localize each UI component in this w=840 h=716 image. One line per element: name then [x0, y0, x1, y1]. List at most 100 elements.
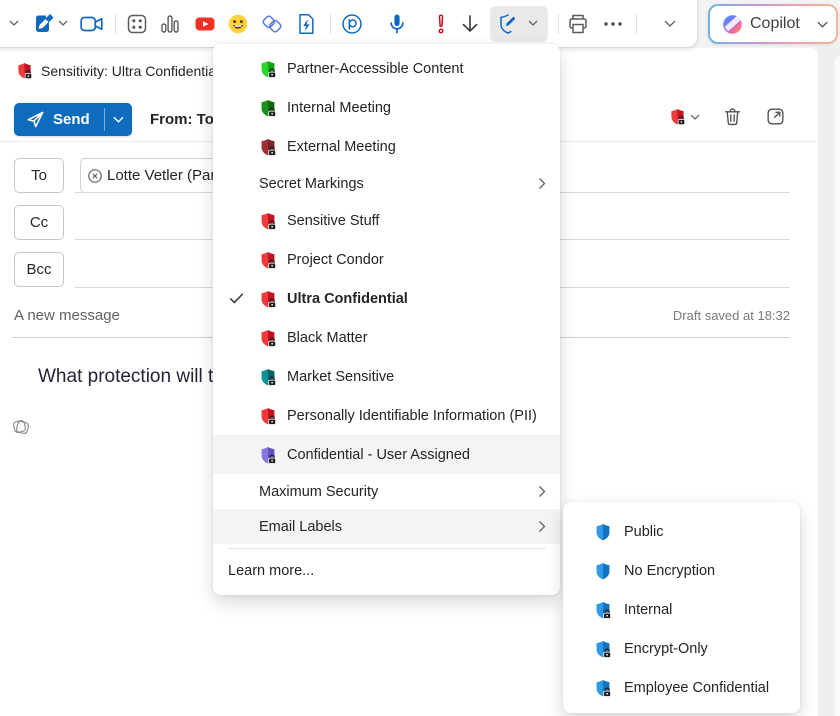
menu-item[interactable]: Maximum Security: [213, 474, 560, 509]
chevron-down-icon[interactable]: [9, 20, 19, 26]
draft-saved-status: Draft saved at 18:32: [673, 308, 790, 323]
menu-item-label: Sensitive Stuff: [287, 213, 546, 229]
menu-item-label: Confidential - User Assigned: [287, 447, 546, 463]
sensitivity-shield-icon: [16, 62, 33, 79]
submenu-item-label: Employee Confidential: [624, 680, 769, 696]
toolbar-separator: [636, 14, 637, 34]
sensitivity-shield-icon: [259, 368, 277, 386]
print-icon[interactable]: [565, 11, 591, 37]
menu-item[interactable]: Email Labels: [213, 509, 560, 544]
quick-doc-icon[interactable]: [293, 11, 319, 37]
menu-item-label: Email Labels: [259, 519, 538, 535]
message-body-text[interactable]: What protection will th: [38, 366, 224, 388]
menu-item-label: Secret Markings: [259, 176, 538, 192]
sensitivity-shield-icon: [259, 212, 277, 230]
recipient-chip[interactable]: Lotte Vetler (Paris: [80, 158, 220, 193]
email-labels-submenu-list: Public No Encryption Internal: [563, 512, 800, 707]
menu-item-label: Partner-Accessible Content: [287, 61, 546, 77]
sensitivity-shield-icon: [594, 679, 612, 697]
remove-recipient-icon[interactable]: [87, 168, 103, 184]
sensitivity-shield-icon: [594, 601, 612, 619]
sensitivity-shield-icon: [669, 108, 686, 125]
emoji-icon[interactable]: [225, 11, 251, 37]
subject-input[interactable]: A new message: [14, 307, 120, 324]
menu-item[interactable]: Partner-Accessible Content: [213, 49, 560, 88]
sensitivity-menu: Partner-Accessible Content Internal Meet…: [213, 44, 560, 595]
menu-item-learn-more[interactable]: Learn more...: [213, 553, 560, 589]
submenu-chevron-icon: [538, 485, 546, 498]
menu-item-label: Market Sensitive: [287, 369, 546, 385]
send-button[interactable]: Send: [14, 103, 104, 136]
menu-item[interactable]: Project Condor: [213, 240, 560, 279]
sensitivity-shield-icon: [259, 99, 277, 117]
menu-item[interactable]: Personally Identifiable Information (PII…: [213, 396, 560, 435]
menu-item-label: Personally Identifiable Information (PII…: [287, 408, 546, 424]
send-split-button[interactable]: Send: [14, 103, 132, 136]
sensitivity-shield-icon: [669, 108, 686, 125]
copilot-logo-icon: [722, 14, 743, 35]
menu-item[interactable]: Ultra Confidential: [213, 279, 560, 318]
checkmark-icon: [228, 290, 245, 307]
low-importance-icon[interactable]: [457, 11, 483, 37]
menu-item[interactable]: External Meeting: [213, 127, 560, 166]
sensitivity-shield-icon: [259, 251, 277, 269]
submenu-item[interactable]: Public: [563, 512, 800, 551]
chevron-down-icon[interactable]: [58, 20, 68, 26]
submenu-item[interactable]: No Encryption: [563, 551, 800, 590]
loop-component-icon[interactable]: [339, 11, 365, 37]
sensitivity-shield-icon: [259, 138, 277, 156]
sensitivity-shield-icon: [16, 62, 33, 79]
to-button[interactable]: To: [14, 158, 64, 193]
toolbar-separator: [558, 14, 559, 34]
menu-separator: [228, 548, 546, 549]
submenu-item[interactable]: Employee Confidential: [563, 668, 800, 707]
video-call-icon[interactable]: [79, 11, 105, 37]
dictate-icon[interactable]: [384, 11, 410, 37]
sensitivity-shield-icon: [259, 60, 277, 78]
menu-item[interactable]: Confidential - User Assigned: [213, 435, 560, 474]
menu-item-label: Project Condor: [287, 252, 546, 268]
copilot-chevron-icon[interactable]: [814, 21, 831, 28]
sensitivity-shield-icon: [259, 329, 277, 347]
menu-item[interactable]: Market Sensitive: [213, 357, 560, 396]
chevron-down-icon[interactable]: [528, 20, 538, 26]
copilot-ghost-icon[interactable]: [11, 417, 31, 442]
youtube-icon[interactable]: [192, 11, 218, 37]
copilot-button[interactable]: Copilot: [708, 4, 838, 44]
copilot-label: Copilot: [750, 15, 800, 33]
submenu-item[interactable]: Internal: [563, 590, 800, 629]
toolbar-separator: [330, 14, 331, 34]
sensitivity-banner[interactable]: Sensitivity: Ultra Confidential: [16, 62, 219, 79]
submenu-chevron-icon: [538, 177, 546, 190]
send-options-chevron[interactable]: [105, 103, 132, 136]
menu-item-label: Ultra Confidential: [287, 291, 546, 307]
open-in-new-window-icon[interactable]: [765, 106, 786, 127]
ribbon-collapse-icon[interactable]: [664, 20, 676, 27]
loop-icon[interactable]: [259, 11, 285, 37]
apps-grid-icon[interactable]: [124, 11, 150, 37]
high-importance-icon[interactable]: [428, 11, 454, 37]
submenu-item-label: No Encryption: [624, 563, 715, 579]
menu-item-label: Internal Meeting: [287, 100, 546, 116]
menu-item[interactable]: Sensitive Stuff: [213, 201, 560, 240]
sensitivity-shield-icon: [259, 407, 277, 425]
menu-item-label: Maximum Security: [259, 484, 538, 500]
sensitivity-banner-text: Sensitivity: Ultra Confidential: [41, 63, 219, 79]
submenu-item-label: Encrypt-Only: [624, 641, 708, 657]
poll-icon[interactable]: [157, 11, 183, 37]
submenu-item[interactable]: Encrypt-Only: [563, 629, 800, 668]
sensitivity-quick-dropdown[interactable]: [669, 108, 700, 125]
menu-item[interactable]: Internal Meeting: [213, 88, 560, 127]
sensitivity-shield-icon: [594, 523, 612, 541]
menu-item[interactable]: Black Matter: [213, 318, 560, 357]
cc-button[interactable]: Cc: [14, 205, 64, 240]
more-options-icon[interactable]: [600, 11, 626, 37]
menu-item[interactable]: Secret Markings: [213, 166, 560, 201]
sensitivity-icon[interactable]: [495, 11, 521, 37]
sensitivity-shield-icon: [259, 446, 277, 464]
menu-item-label: Black Matter: [287, 330, 546, 346]
bcc-button[interactable]: Bcc: [14, 252, 64, 287]
compose-icon[interactable]: [31, 11, 57, 37]
menu-item-label: External Meeting: [287, 139, 546, 155]
discard-trash-icon[interactable]: [722, 106, 743, 127]
